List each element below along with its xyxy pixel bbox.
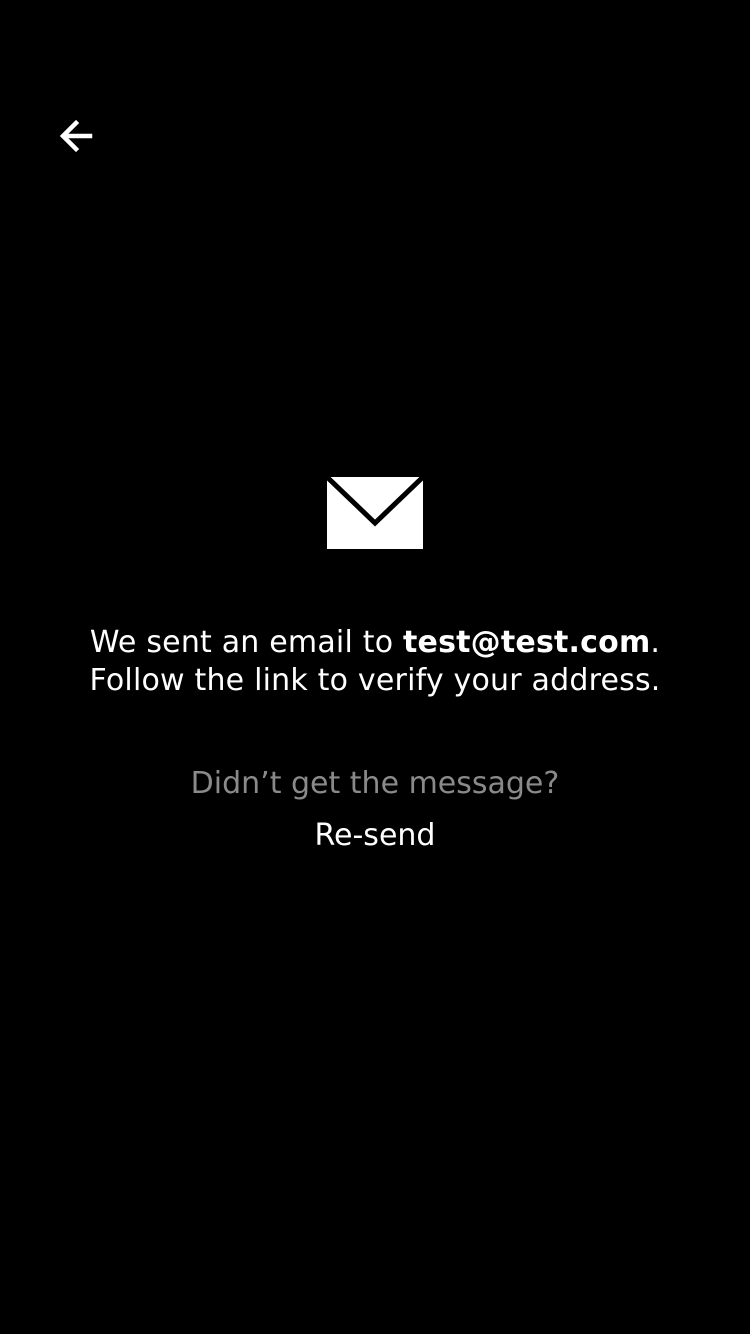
verification-message: We sent an email to test@test.com. Follo… <box>0 624 750 700</box>
message-prefix: We sent an email to <box>89 625 403 660</box>
message-suffix: . <box>650 625 661 660</box>
back-button[interactable] <box>52 112 100 160</box>
email-address: test@test.com <box>402 625 651 660</box>
message-line-2: Follow the link to verify your address. <box>89 663 661 698</box>
arrow-left-icon <box>56 116 96 156</box>
message-line-1: We sent an email to test@test.com. <box>0 624 750 662</box>
envelope-icon <box>327 477 423 549</box>
resend-prompt: Didn’t get the message? <box>190 766 560 801</box>
resend-button[interactable]: Re-send <box>275 815 475 857</box>
